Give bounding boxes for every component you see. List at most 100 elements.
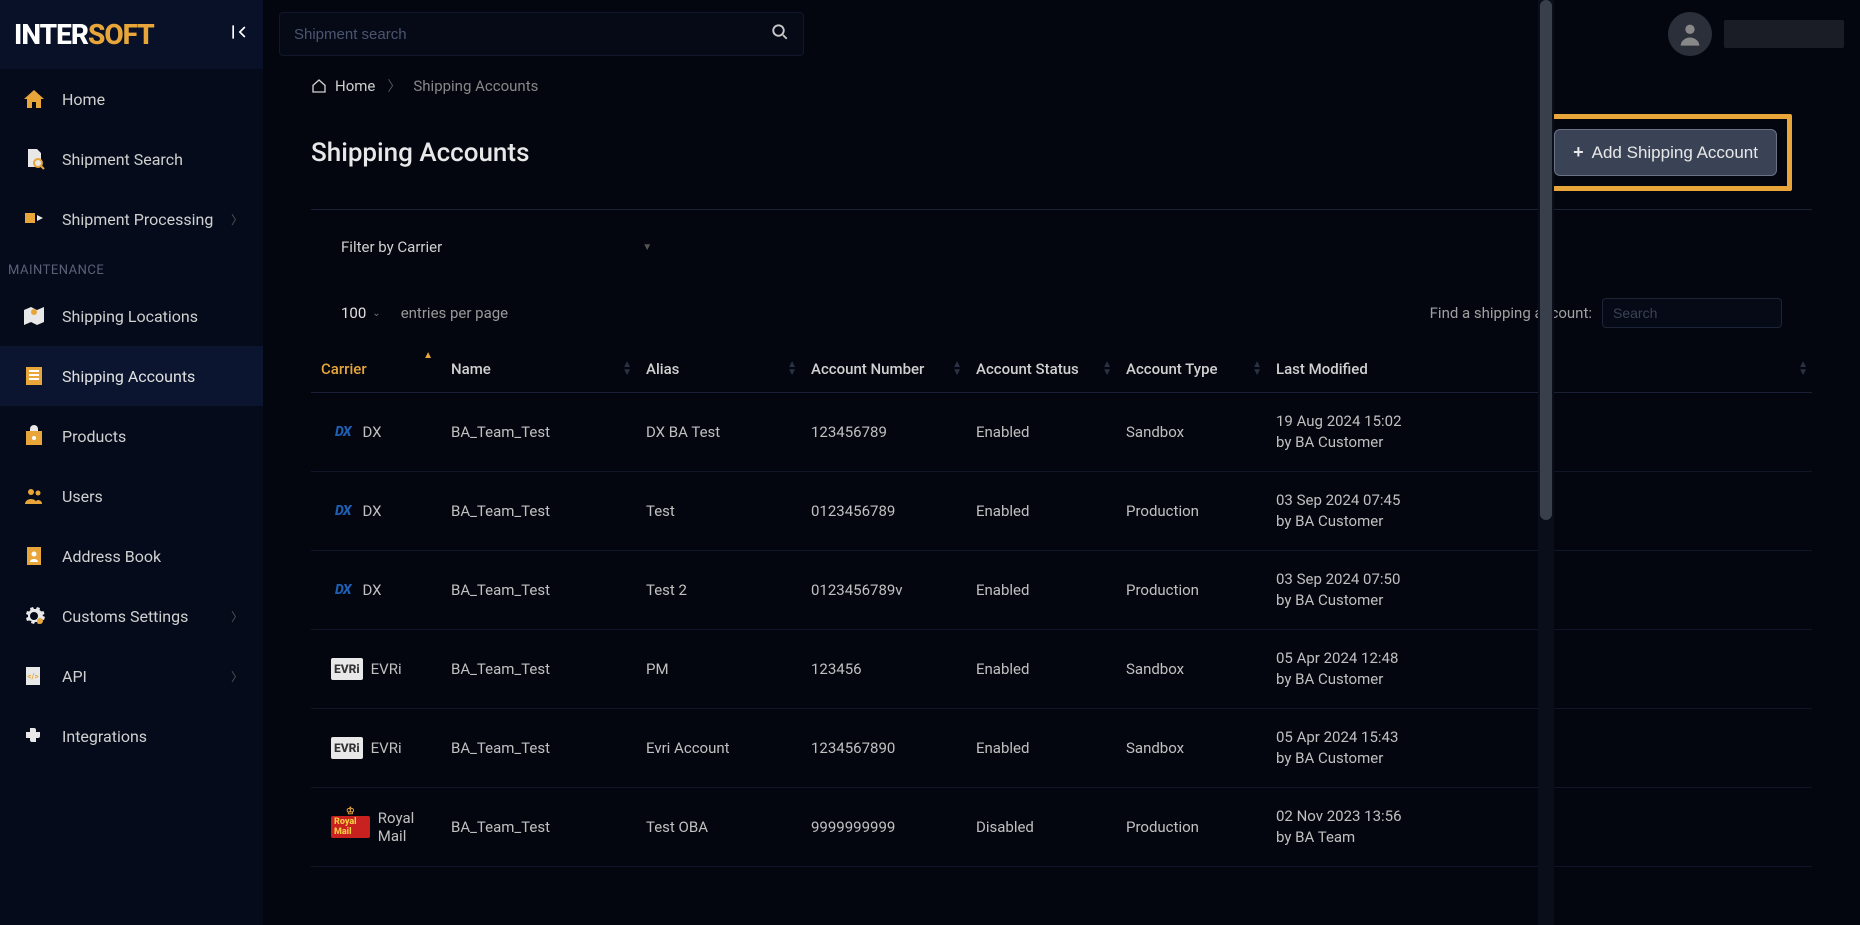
find-shipping-account-input[interactable] — [1602, 298, 1782, 328]
user-name-redacted — [1724, 20, 1844, 48]
table-row[interactable]: EVRi EVRiBA_Team_TestPM123456EnabledSand… — [311, 630, 1812, 709]
nav-label: Products — [62, 427, 126, 446]
filter-row: Filter by Carrier ▼ — [311, 238, 1812, 256]
caret-down-icon: ▼ — [642, 242, 652, 253]
cell-alias: Test OBA — [636, 788, 801, 867]
carrier-name: EVRi — [371, 660, 402, 678]
scrollbar-track[interactable] — [1538, 0, 1554, 925]
cell-alias: Test — [636, 472, 801, 551]
nav-integrations[interactable]: Integrations — [0, 706, 263, 766]
column-carrier[interactable]: Carrier ▲ — [311, 346, 441, 393]
sort-icon: ▲▼ — [952, 361, 962, 377]
content: Home 〉 Shipping Accounts Shipping Accoun… — [263, 68, 1860, 925]
cell-account-status: Enabled — [966, 393, 1116, 472]
nav-section-maintenance: MAINTENANCE — [0, 249, 263, 286]
nav-shipping-accounts[interactable]: Shipping Accounts — [0, 346, 263, 406]
entries-label: entries per page — [401, 304, 508, 322]
cell-carrier: EVRi EVRi — [311, 709, 441, 788]
cell-alias: PM — [636, 630, 801, 709]
carrier-name: DX — [362, 502, 381, 520]
search-input[interactable] — [294, 26, 771, 43]
cell-account-number: 123456789 — [801, 393, 966, 472]
table-row[interactable]: DX DXBA_Team_TestTest 20123456789vEnable… — [311, 551, 1812, 630]
cell-alias: Test 2 — [636, 551, 801, 630]
caret-down-icon: ⌄ — [372, 308, 380, 319]
plus-icon: + — [1573, 142, 1584, 163]
logo: INTERSOFT — [14, 18, 154, 51]
sort-icon: ▲▼ — [622, 361, 632, 377]
puzzle-icon — [20, 724, 48, 748]
add-button-highlight: + Add Shipping Account — [1539, 114, 1792, 191]
cell-name: BA_Team_Test — [441, 709, 636, 788]
cell-account-number: 9999999999 — [801, 788, 966, 867]
user-avatar[interactable] — [1668, 12, 1712, 56]
table-row[interactable]: Royal Mail Royal MailBA_Team_TestTest OB… — [311, 788, 1812, 867]
nav-shipping-locations[interactable]: Shipping Locations — [0, 286, 263, 346]
svg-text:</>: </> — [27, 672, 38, 681]
find-group: Find a shipping account: — [1430, 298, 1782, 328]
sidebar-collapse-button[interactable] — [229, 22, 249, 47]
evri-logo: EVRi — [331, 737, 363, 759]
divider — [311, 209, 1812, 210]
cell-account-number: 0123456789v — [801, 551, 966, 630]
scrollbar-thumb[interactable] — [1540, 0, 1552, 520]
cell-account-number: 0123456789 — [801, 472, 966, 551]
nav-products[interactable]: Products — [0, 406, 263, 466]
nav-users[interactable]: Users — [0, 466, 263, 526]
sort-asc-icon: ▲ — [423, 350, 433, 361]
filter-carrier-dropdown[interactable]: Filter by Carrier ▼ — [341, 238, 652, 256]
cell-account-number: 1234567890 — [801, 709, 966, 788]
api-icon: </> — [20, 664, 48, 688]
shipping-accounts-table: Carrier ▲ Name ▲▼ Alias ▲▼ Account Num — [311, 346, 1812, 867]
processing-icon — [20, 207, 48, 231]
carrier-name: Royal Mail — [378, 809, 431, 845]
breadcrumb-home[interactable]: Home — [311, 77, 375, 95]
sort-icon: ▲▼ — [1252, 361, 1262, 377]
topbar-right — [1668, 12, 1844, 56]
nav-label: Integrations — [62, 727, 147, 746]
nav-home[interactable]: Home — [0, 69, 263, 129]
nav-label: Shipping Accounts — [62, 367, 195, 386]
cell-name: BA_Team_Test — [441, 630, 636, 709]
table-toolbar: 100 ⌄ entries per page Find a shipping a… — [311, 298, 1812, 328]
column-account-status[interactable]: Account Status ▲▼ — [966, 346, 1116, 393]
nav-shipment-processing[interactable]: Shipment Processing 〉 — [0, 189, 263, 249]
page-header: Shipping Accounts + Add Shipping Account — [311, 114, 1812, 191]
cell-account-status: Enabled — [966, 630, 1116, 709]
table-row[interactable]: DX DXBA_Team_TestDX BA Test123456789Enab… — [311, 393, 1812, 472]
sort-icon: ▲▼ — [1798, 361, 1808, 377]
nav-shipment-search[interactable]: Shipment Search — [0, 129, 263, 189]
breadcrumb-current: Shipping Accounts — [413, 77, 538, 95]
home-icon — [20, 87, 48, 111]
cell-account-type: Sandbox — [1116, 630, 1266, 709]
dx-logo: DX — [331, 421, 354, 443]
logo-row: INTERSOFT — [0, 0, 263, 69]
add-shipping-account-button[interactable]: + Add Shipping Account — [1554, 129, 1777, 176]
topbar — [263, 0, 1860, 68]
nav-label: Home — [62, 90, 105, 109]
column-account-number[interactable]: Account Number ▲▼ — [801, 346, 966, 393]
royal-mail-logo: Royal Mail — [331, 816, 370, 838]
table-row[interactable]: EVRi EVRiBA_Team_TestEvri Account1234567… — [311, 709, 1812, 788]
nav-label: Shipment Search — [62, 150, 183, 169]
search-doc-icon — [20, 147, 48, 171]
filter-label: Filter by Carrier — [341, 238, 442, 256]
logo-text-1: INTER — [14, 18, 88, 51]
entries-per-page-dropdown[interactable]: 100 ⌄ — [341, 304, 381, 322]
cell-alias: Evri Account — [636, 709, 801, 788]
column-name[interactable]: Name ▲▼ — [441, 346, 636, 393]
nav-label: Users — [62, 487, 103, 506]
chevron-right-icon: 〉 — [231, 608, 243, 625]
dx-logo: DX — [331, 579, 354, 601]
column-account-type[interactable]: Account Type ▲▼ — [1116, 346, 1266, 393]
nav-address-book[interactable]: Address Book — [0, 526, 263, 586]
global-search[interactable] — [279, 12, 804, 56]
nav-api[interactable]: </> API 〉 — [0, 646, 263, 706]
nav-label: Address Book — [62, 547, 161, 566]
cell-carrier: DX DX — [311, 472, 441, 551]
table-row[interactable]: DX DXBA_Team_TestTest0123456789EnabledPr… — [311, 472, 1812, 551]
products-icon — [20, 424, 48, 448]
cell-name: BA_Team_Test — [441, 551, 636, 630]
column-alias[interactable]: Alias ▲▼ — [636, 346, 801, 393]
nav-customs-settings[interactable]: Customs Settings 〉 — [0, 586, 263, 646]
